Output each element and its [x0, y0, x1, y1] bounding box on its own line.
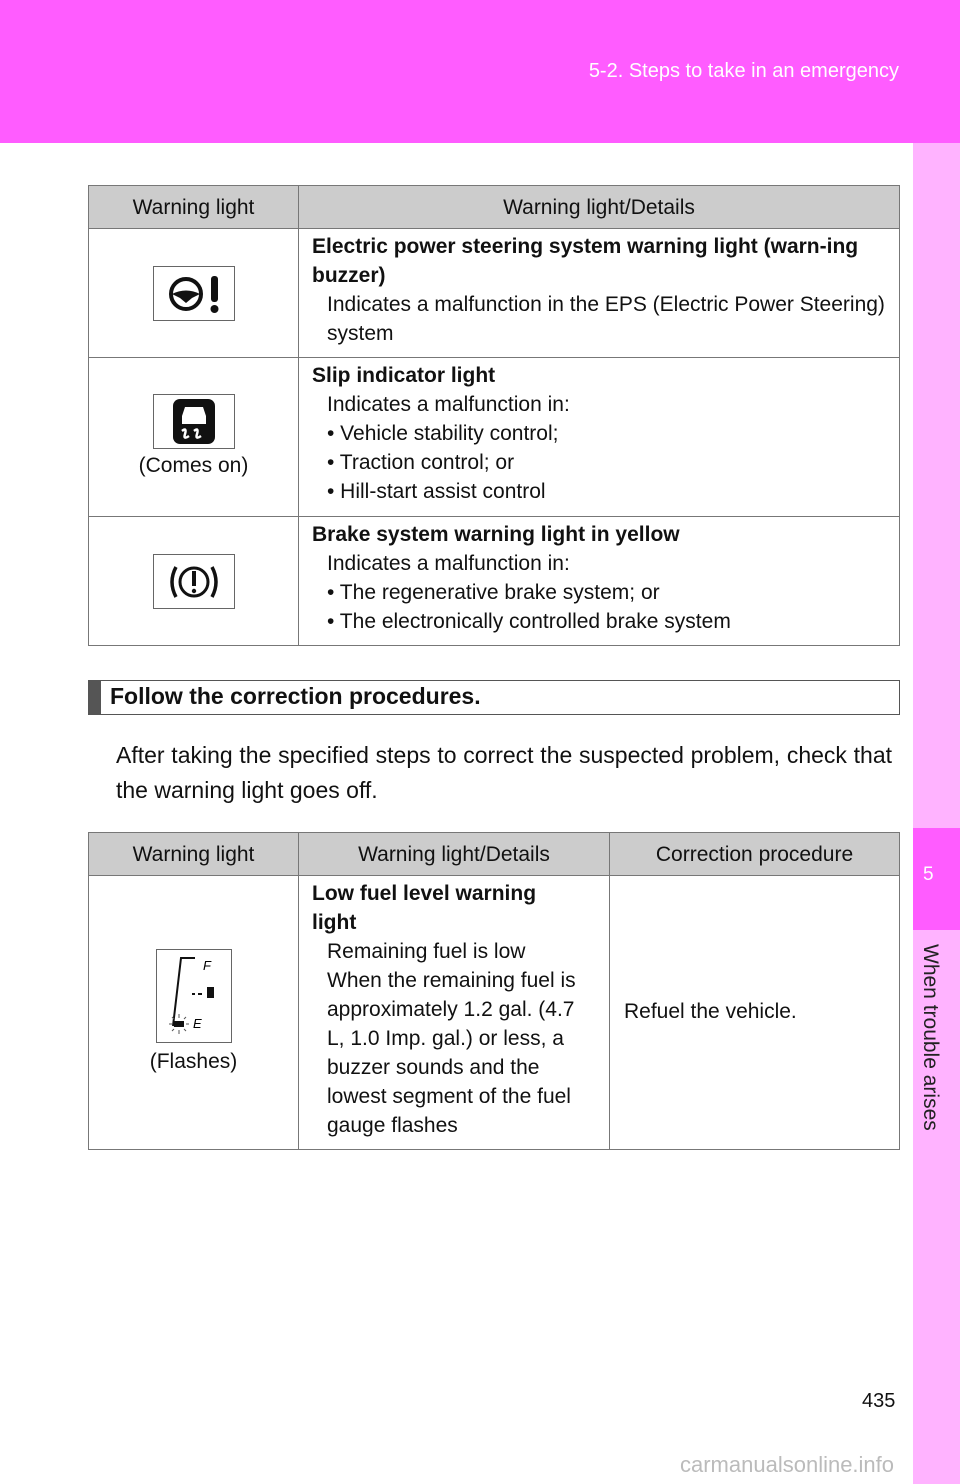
- correction-table: Warning light Warning light/Details Correc…: [88, 832, 900, 1150]
- col-header: Warning light/Details: [298, 832, 610, 876]
- table-row: Electric power steering system warning l…: [88, 228, 900, 358]
- icon-caption: (Flashes): [149, 1050, 238, 1073]
- instruction-paragraph: After taking the specified steps to corr…: [116, 742, 892, 803]
- section-heading: Follow the correction procedures.: [88, 680, 900, 715]
- svg-text:F: F: [203, 958, 212, 973]
- col-header: Warning light: [88, 832, 299, 876]
- row-title: Low fuel level warning light: [312, 882, 537, 934]
- row-text: Indicates a malfunction in the EPS (Elec…: [327, 293, 885, 345]
- correction-procedure: Refuel the vehicle.: [609, 875, 900, 1150]
- col-header: Warning light: [88, 185, 299, 229]
- page-header: 5-2. Steps to take in an emergency: [0, 0, 960, 143]
- svg-text:E: E: [193, 1016, 202, 1031]
- col-header: Correction procedure: [609, 832, 900, 876]
- row-text: • Hill-start assist control: [327, 480, 546, 503]
- row-text: Indicates a malfunction in:: [327, 552, 570, 575]
- chapter-tab: 5: [913, 828, 960, 930]
- chapter-number: 5: [923, 864, 934, 885]
- side-tab-strip: [913, 143, 960, 1484]
- chapter-label: When trouble arises: [919, 944, 942, 1131]
- table-row: F E (Flashes) Low fuel level warning light…: [88, 875, 900, 1150]
- warning-light-table: Warning light Warning light/Details Elect…: [88, 185, 900, 646]
- row-text: Indicates a malfunction in:: [327, 393, 570, 416]
- watermark: carmanualsonline.info: [680, 1452, 895, 1477]
- section-title: 5-2. Steps to take in an emergency: [588, 60, 899, 82]
- section-heading-text: Follow the correction procedures.: [110, 683, 481, 709]
- row-text: Remaining fuel is low: [327, 940, 526, 963]
- page-number: 435: [862, 1390, 896, 1412]
- row-title: Slip indicator light: [312, 364, 496, 387]
- col-header: Warning light/Details: [298, 185, 900, 229]
- brake-warning-icon: [152, 553, 235, 609]
- row-text: When the remaining fuel is approximately…: [327, 969, 576, 1137]
- power-steering-warning-icon: [152, 265, 235, 321]
- table-row: Brake system warning light in yellow Ind…: [88, 516, 900, 646]
- fuel-gauge-icon: FE: [155, 949, 232, 1043]
- row-text: • Traction control; or: [327, 451, 515, 474]
- row-text: • The regenerative brake system; or: [327, 581, 660, 604]
- table-row: (Comes on) Slip indicator light Indicate…: [88, 357, 900, 517]
- icon-caption: (Comes on): [138, 454, 249, 477]
- row-title: Electric power steering system warning l…: [312, 235, 859, 287]
- row-text: • The electronically controlled brake sy…: [327, 610, 731, 633]
- row-text: • Vehicle stability control;: [327, 422, 559, 445]
- slip-indicator-icon: [152, 394, 235, 449]
- row-title: Brake system warning light in yellow: [312, 523, 680, 546]
